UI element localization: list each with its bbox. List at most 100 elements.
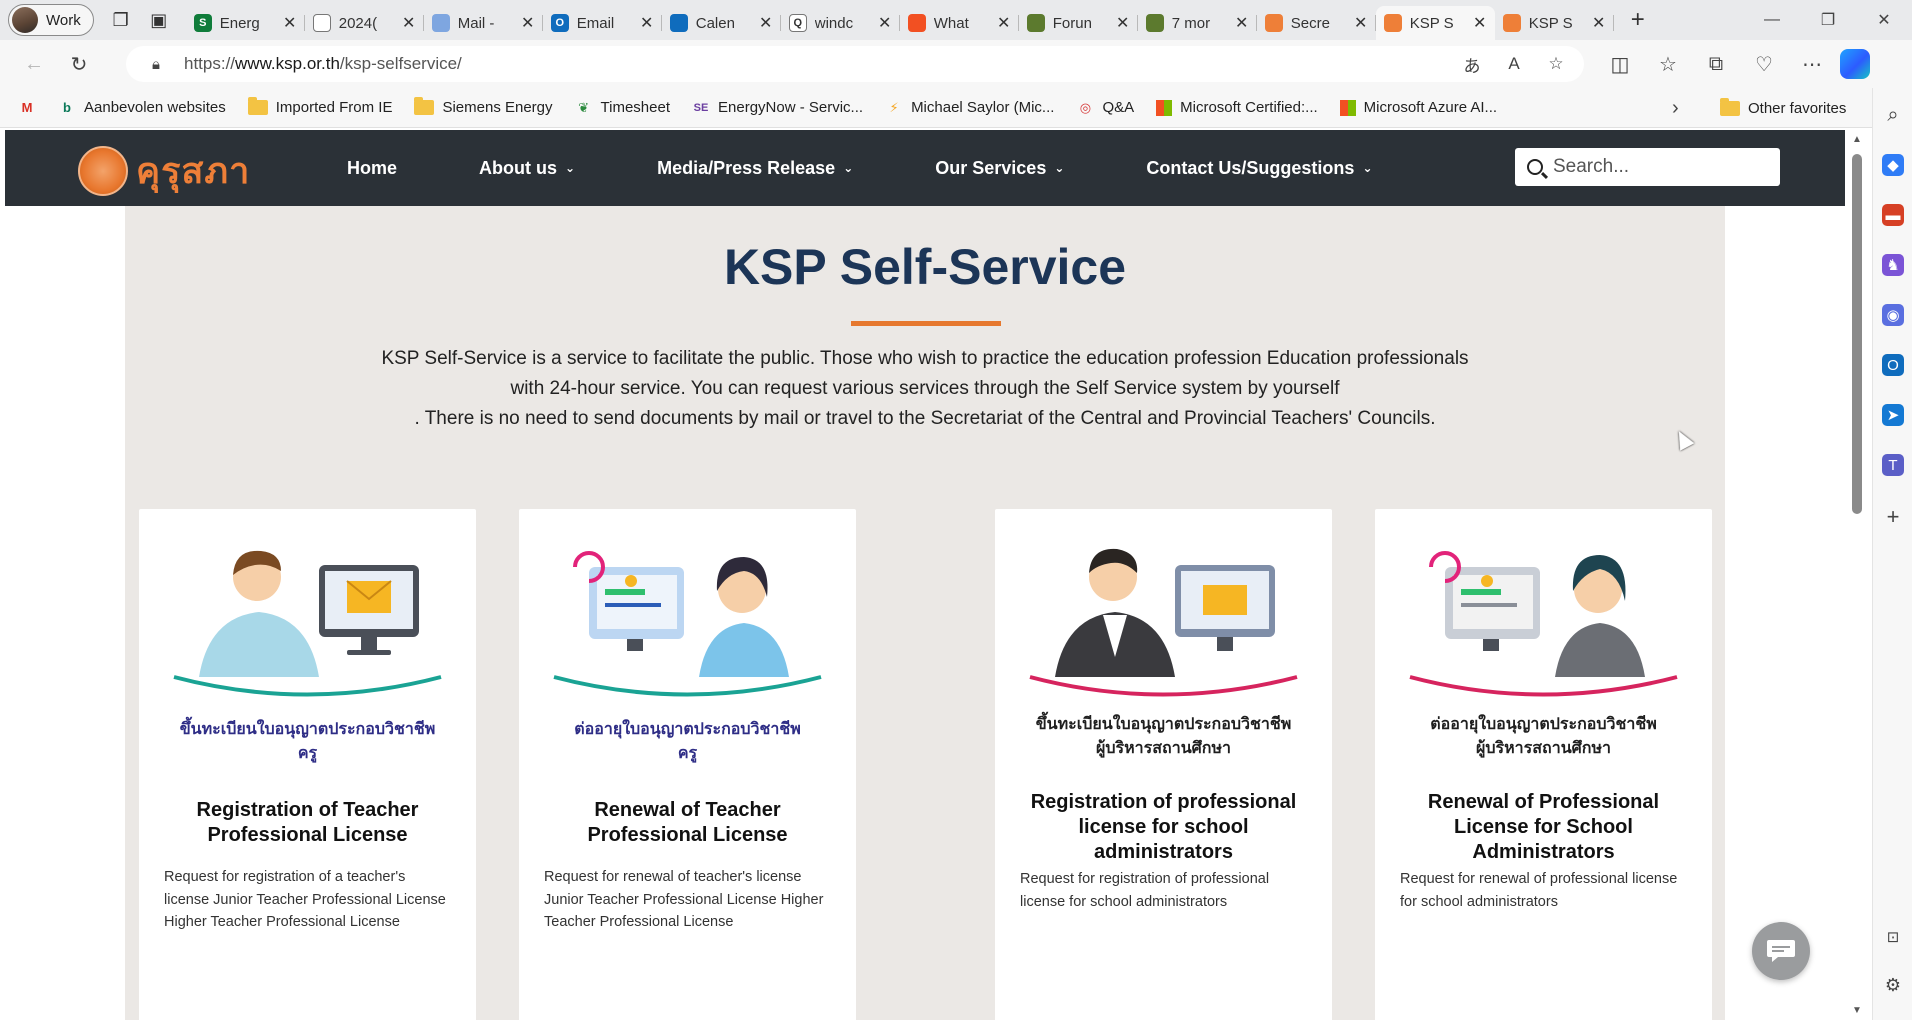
tab-favicon-icon bbox=[1264, 14, 1283, 32]
close-tab-icon[interactable]: ✕ bbox=[283, 13, 297, 33]
close-tab-icon[interactable]: ✕ bbox=[1235, 13, 1249, 33]
translate-icon[interactable]: あ bbox=[1456, 50, 1488, 78]
lock-icon[interactable]: 🔒︎ bbox=[138, 56, 174, 73]
page-scrollbar[interactable]: ▲ ▼ bbox=[1848, 128, 1866, 1020]
favorite-link[interactable]: ❦ Timesheet bbox=[575, 99, 670, 116]
gmail-favorite[interactable]: M bbox=[18, 100, 36, 116]
browser-tab[interactable]: What ✕ bbox=[900, 6, 1019, 40]
favorite-link[interactable]: Siemens Energy bbox=[414, 97, 553, 116]
browser-tab[interactable]: O Email ✕ bbox=[543, 6, 662, 40]
close-tab-icon[interactable]: ✕ bbox=[402, 13, 416, 33]
favorite-link[interactable]: ⚡︎ Michael Saylor (Mic... bbox=[885, 99, 1054, 116]
other-favorites[interactable]: Other favorites bbox=[1720, 88, 1846, 128]
card-title[interactable]: Renewal of Professional License for Scho… bbox=[1395, 790, 1692, 865]
back-icon[interactable]: ← bbox=[14, 46, 54, 82]
microsoft-icon bbox=[1339, 99, 1356, 116]
browser-tab[interactable]: KSP S ✕ bbox=[1375, 6, 1495, 40]
workspaces-icon[interactable]: ❐ bbox=[102, 4, 140, 36]
teacher-renewal-illustration bbox=[553, 551, 822, 697]
nav-link-label: Our Services bbox=[935, 157, 1047, 178]
refresh-icon[interactable]: ↻ bbox=[59, 46, 99, 82]
favorite-star-icon[interactable]: ☆ bbox=[1540, 50, 1572, 78]
shopping-icon[interactable]: ◆ bbox=[1882, 154, 1904, 176]
scrollbar-thumb[interactable] bbox=[1852, 154, 1862, 514]
favorite-link[interactable]: Microsoft Certified:... bbox=[1156, 99, 1318, 116]
close-window-icon[interactable]: ✕ bbox=[1856, 0, 1912, 40]
browser-tab[interactable]: KSP S ✕ bbox=[1495, 6, 1614, 40]
scroll-down-icon[interactable]: ▼ bbox=[1852, 1005, 1862, 1016]
close-tab-icon[interactable]: ✕ bbox=[759, 13, 773, 33]
service-card-admin-registration[interactable]: ขึ้นทะเบียนใบอนุญาตประกอบวิชาชีพ ผู้บริห… bbox=[995, 509, 1332, 1020]
favorite-link[interactable]: Microsoft Azure AI... bbox=[1339, 99, 1497, 116]
performance-icon[interactable]: ♡ bbox=[1744, 46, 1784, 82]
outlook-icon[interactable]: O bbox=[1882, 354, 1904, 376]
tab-favicon-icon bbox=[431, 14, 450, 32]
tab-title: KSP S bbox=[1528, 14, 1573, 32]
split-screen-icon[interactable]: ◫ bbox=[1600, 46, 1640, 82]
read-aloud-icon[interactable]: A bbox=[1498, 50, 1530, 78]
card-title[interactable]: Registration of professional license for… bbox=[1015, 790, 1312, 865]
nav-link-contact-us-suggestions[interactable]: Contact Us/Suggestions ⌄ bbox=[1146, 158, 1372, 179]
other-favorites-label: Other favorites bbox=[1748, 99, 1847, 117]
browser-tab[interactable]: Qwindc ✕ bbox=[781, 6, 900, 40]
service-card-admin-renewal[interactable]: ต่ออายุใบอนุญาตประกอบวิชาชีพ ผู้บริหารสถ… bbox=[1375, 509, 1712, 1020]
favorite-link[interactable]: ◎ Q&A bbox=[1076, 99, 1134, 116]
search-icon[interactable]: ⌕ bbox=[1882, 104, 1904, 126]
card-title[interactable]: Renewal of Teacher Professional License bbox=[539, 798, 836, 848]
new-tab-button[interactable]: + bbox=[1620, 4, 1656, 36]
send-icon[interactable]: ➤ bbox=[1882, 404, 1904, 426]
browser-tab[interactable]: 7 mor ✕ bbox=[1138, 6, 1257, 40]
favorite-link[interactable]: Imported From IE bbox=[247, 97, 392, 116]
nav-link-about-us[interactable]: About us ⌄ bbox=[479, 158, 575, 179]
favorite-link[interactable]: b Aanbevolen websites bbox=[58, 99, 226, 116]
chat-widget-button[interactable] bbox=[1752, 922, 1810, 980]
service-card-teacher-renewal[interactable]: ต่ออายุใบอนุญาตประกอบวิชาชีพ ครู Renewal… bbox=[519, 509, 856, 1020]
nav-link-home[interactable]: Home bbox=[347, 158, 397, 179]
more-menu-icon[interactable]: ⋯ bbox=[1792, 46, 1832, 82]
close-tab-icon[interactable]: ✕ bbox=[640, 13, 654, 33]
scroll-up-icon[interactable]: ▲ bbox=[1852, 134, 1862, 145]
url-text[interactable]: https://www.ksp.or.th/ksp-selfservice/ bbox=[184, 54, 1456, 74]
site-search-box[interactable]: Search... bbox=[1515, 148, 1780, 186]
minimize-icon[interactable]: — bbox=[1744, 0, 1800, 40]
close-tab-icon[interactable]: ✕ bbox=[1473, 13, 1487, 33]
address-bar[interactable]: 🔒︎ https://www.ksp.or.th/ksp-selfservice… bbox=[126, 46, 1584, 82]
browser-tab[interactable]: Mail - ✕ bbox=[424, 6, 543, 40]
site-logo[interactable]: คุรุสภา bbox=[78, 142, 250, 199]
tools-icon[interactable]: ▬ bbox=[1882, 204, 1904, 226]
microsoft365-icon[interactable]: ◉ bbox=[1882, 304, 1904, 326]
tab-actions-icon[interactable]: ▣ bbox=[140, 4, 178, 36]
close-tab-icon[interactable]: ✕ bbox=[521, 13, 535, 33]
browser-tab[interactable]: Secre ✕ bbox=[1257, 6, 1376, 40]
nav-link-media-press-release[interactable]: Media/Press Release ⌄ bbox=[657, 158, 853, 179]
service-card-teacher-registration[interactable]: ขึ้นทะเบียนใบอนุญาตประกอบวิชาชีพ ครู Reg… bbox=[139, 509, 476, 1020]
settings-gear-icon[interactable]: ⚙ bbox=[1882, 974, 1904, 996]
close-tab-icon[interactable]: ✕ bbox=[1116, 13, 1130, 33]
close-tab-icon[interactable]: ✕ bbox=[878, 13, 892, 33]
games-icon[interactable]: ♞ bbox=[1882, 254, 1904, 276]
edge-sidebar: ⌕ ◆ ▬ ♞ ◉ O ➤ T + ⊡ ⚙ bbox=[1872, 88, 1912, 1020]
card-title[interactable]: Registration of Teacher Professional Lic… bbox=[159, 798, 456, 848]
nav-link-our-services[interactable]: Our Services ⌄ bbox=[935, 158, 1064, 179]
tab-title: What bbox=[933, 14, 969, 32]
favorites-overflow-icon[interactable]: › bbox=[1672, 88, 1679, 128]
browser-tab[interactable]: 2024(✕ bbox=[305, 6, 424, 40]
favorite-label: Microsoft Certified:... bbox=[1180, 99, 1318, 116]
restore-icon[interactable]: ❐ bbox=[1800, 0, 1856, 40]
browser-tab[interactable]: Forun ✕ bbox=[1019, 6, 1138, 40]
tab-title: Mail - bbox=[457, 14, 495, 32]
favorites-icon[interactable]: ☆ bbox=[1648, 46, 1688, 82]
close-tab-icon[interactable]: ✕ bbox=[997, 13, 1011, 33]
tab-favicon-icon bbox=[1145, 14, 1164, 32]
screenshot-icon[interactable]: ⊡ bbox=[1882, 926, 1904, 948]
browser-tab[interactable]: Calen ✕ bbox=[662, 6, 781, 40]
copilot-icon[interactable] bbox=[1840, 49, 1870, 79]
browser-tab[interactable]: S Energ ✕ bbox=[186, 6, 305, 40]
profile-button[interactable]: Work bbox=[8, 4, 94, 36]
favorite-link[interactable]: SE EnergyNow - Servic... bbox=[692, 99, 863, 116]
collections-icon[interactable]: ⧉ bbox=[1696, 46, 1736, 82]
teams-icon[interactable]: T bbox=[1882, 454, 1904, 476]
close-tab-icon[interactable]: ✕ bbox=[1354, 13, 1368, 33]
close-tab-icon[interactable]: ✕ bbox=[1592, 13, 1606, 33]
add-app-icon[interactable]: + bbox=[1882, 504, 1904, 529]
